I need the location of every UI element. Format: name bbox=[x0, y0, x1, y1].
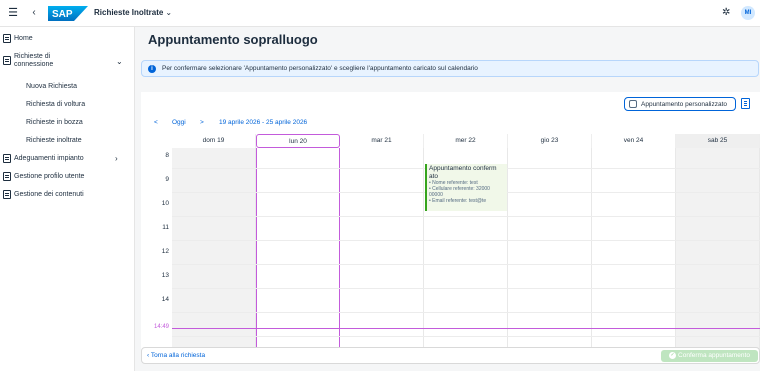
back-to-request-label: Torna alla richiesta bbox=[150, 352, 206, 359]
calendar-toolbar: Appuntamento personalizzato bbox=[141, 92, 760, 116]
document-icon bbox=[3, 154, 11, 163]
day-header-fri[interactable]: ven 24 bbox=[592, 134, 676, 148]
document-icon bbox=[3, 190, 11, 199]
day-header-tue[interactable]: mar 21 bbox=[340, 134, 424, 148]
hour-label: 8 bbox=[165, 152, 169, 159]
sidebar-item-label: Gestione profilo utente bbox=[14, 173, 85, 180]
day-column[interactable] bbox=[256, 148, 340, 350]
today-button[interactable]: Oggi bbox=[172, 119, 186, 126]
hour-line bbox=[172, 336, 760, 337]
list-view-icon[interactable] bbox=[741, 98, 750, 109]
day-header-sun[interactable]: dom 19 bbox=[172, 134, 256, 148]
sidebar-item-richieste-bozza[interactable]: Richieste in bozza bbox=[0, 117, 135, 129]
sidebar-item-label-line2: connessione bbox=[14, 61, 54, 68]
prev-week-button[interactable]: < bbox=[154, 119, 158, 126]
sidebar-item-label-line1: Richieste di bbox=[14, 53, 51, 60]
back-icon[interactable]: ‹ bbox=[28, 6, 40, 20]
menu-icon[interactable]: ☰ bbox=[6, 6, 20, 20]
sidebar-item-gestione-contenuti[interactable]: Gestione dei contenuti bbox=[0, 189, 135, 201]
calendar-panel: Appuntamento personalizzato < Oggi > 19 … bbox=[141, 92, 760, 350]
hour-label: 11 bbox=[162, 224, 169, 231]
sidebar-item-label: Nuova Richiesta bbox=[26, 83, 77, 90]
day-column[interactable] bbox=[508, 148, 592, 350]
hour-line bbox=[172, 264, 760, 265]
hour-label: 12 bbox=[161, 248, 169, 255]
sidebar-item-richieste-connessione[interactable]: Richieste di connessione ⌄ bbox=[0, 52, 135, 72]
day-column[interactable] bbox=[340, 148, 424, 350]
hour-line bbox=[172, 288, 760, 289]
chevron-down-icon: ⌄ bbox=[165, 8, 173, 17]
hour-label: 13 bbox=[161, 272, 169, 279]
sidebar-item-label: Richieste inoltrate bbox=[26, 137, 82, 144]
hour-line bbox=[172, 240, 760, 241]
hour-label: 10 bbox=[161, 200, 169, 207]
avatar[interactable]: MI bbox=[741, 6, 755, 20]
hour-label: 9 bbox=[165, 176, 169, 183]
gear-icon[interactable]: ✲ bbox=[722, 7, 730, 19]
day-header-mon[interactable]: lun 20 bbox=[256, 134, 340, 148]
sidebar-item-label: Richieste in bozza bbox=[26, 119, 83, 126]
hour-line bbox=[172, 216, 760, 217]
appointment-detail: • Email referente: test@te bbox=[429, 198, 487, 204]
current-time-label: 14:49 bbox=[153, 324, 169, 330]
app-title-text: Richieste Inoltrate bbox=[94, 8, 164, 17]
hour-label: 14 bbox=[161, 296, 169, 303]
document-icon bbox=[3, 34, 11, 43]
info-text: Per confermare selezionare 'Appuntamento… bbox=[162, 65, 478, 72]
confirm-appointment-button[interactable]: ✓ Conferma appuntamento bbox=[661, 350, 758, 362]
check-icon: ✓ bbox=[669, 351, 677, 359]
chevron-down-icon[interactable]: ⌄ bbox=[116, 57, 123, 66]
svg-text:SAP: SAP bbox=[52, 9, 73, 20]
day-header-thu[interactable]: gio 23 bbox=[508, 134, 592, 148]
sidebar-item-richieste-inoltrate[interactable]: Richieste inoltrate bbox=[0, 135, 135, 147]
back-to-request-link[interactable]: ‹ Torna alla richiesta bbox=[147, 352, 205, 359]
document-icon bbox=[3, 172, 11, 181]
next-week-button[interactable]: > bbox=[200, 119, 204, 126]
calendar-grid: 8 9 10 11 12 13 14 14:49 Appuntamento co… bbox=[141, 148, 760, 350]
appointment-title-line2: ato bbox=[429, 172, 439, 180]
info-message-strip: i Per confermare selezionare 'Appuntamen… bbox=[141, 60, 759, 77]
sidebar: Home Richieste di connessione ⌄ Nuova Ri… bbox=[0, 27, 135, 371]
sidebar-item-nuova-richiesta[interactable]: Nuova Richiesta bbox=[0, 81, 135, 93]
sidebar-item-label: Gestione dei contenuti bbox=[14, 191, 84, 198]
sidebar-item-label: Richiesta di voltura bbox=[26, 101, 86, 108]
day-column[interactable] bbox=[676, 148, 760, 350]
info-icon: i bbox=[148, 65, 156, 73]
sidebar-item-home[interactable]: Home bbox=[0, 33, 135, 45]
sidebar-item-label: Richieste di connessione bbox=[14, 53, 53, 69]
confirm-appointment-label: Conferma appuntamento bbox=[678, 352, 750, 359]
footer-bar: ‹ Torna alla richiesta ✓ Conferma appunta… bbox=[141, 347, 760, 364]
custom-appointment-label: Appuntamento personalizzato bbox=[641, 100, 728, 108]
sidebar-item-richiesta-voltura[interactable]: Richiesta di voltura bbox=[0, 99, 135, 111]
page-title: Appuntamento sopralluogo bbox=[148, 32, 318, 47]
sap-logo: SAP bbox=[48, 6, 88, 21]
sidebar-item-label: Adeguamenti impianto bbox=[14, 155, 84, 162]
appointment-card[interactable]: Appuntamento conferm ato • Nome referent… bbox=[425, 164, 507, 211]
day-column[interactable] bbox=[172, 148, 256, 350]
appointment-title-line1: Appuntamento conferm bbox=[429, 165, 497, 172]
day-header-wed[interactable]: mer 22 bbox=[424, 134, 508, 148]
current-time-line bbox=[172, 328, 760, 329]
custom-appointment-checkbox[interactable] bbox=[629, 100, 637, 108]
sidebar-item-adeguamenti-impianto[interactable]: Adeguamenti impianto › bbox=[0, 153, 135, 165]
hour-line bbox=[172, 312, 760, 313]
sidebar-item-gestione-profilo[interactable]: Gestione profilo utente bbox=[0, 171, 135, 183]
shell-header: ☰ ‹ SAP Richieste Inoltrate ⌄ ✲ MI bbox=[0, 0, 760, 27]
document-icon bbox=[3, 56, 11, 65]
date-range[interactable]: 19 aprile 2026 - 25 aprile 2026 bbox=[219, 119, 307, 126]
appointment-title: Appuntamento conferm ato bbox=[429, 165, 505, 180]
custom-appointment-toggle[interactable]: Appuntamento personalizzato bbox=[624, 97, 736, 111]
day-column[interactable] bbox=[592, 148, 676, 350]
sidebar-item-label: Home bbox=[14, 35, 33, 42]
app-title[interactable]: Richieste Inoltrate ⌄ bbox=[94, 8, 172, 17]
chevron-right-icon[interactable]: › bbox=[115, 154, 118, 163]
day-header-sat[interactable]: sab 25 bbox=[676, 134, 760, 148]
